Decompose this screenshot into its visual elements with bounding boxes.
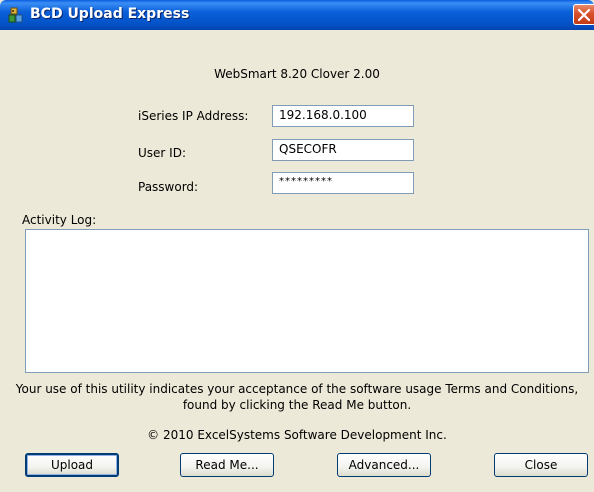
version-text: WebSmart 8.20 Clover 2.00 — [214, 67, 380, 81]
window-title: BCD Upload Express — [30, 6, 190, 22]
ip-address-label: iSeries IP Address: — [138, 109, 249, 123]
upload-button[interactable]: Upload — [25, 453, 119, 477]
app-window: BCD Upload Express WebSmart 8.20 Clover … — [0, 0, 594, 492]
terms-notice-line2: found by clicking the Read Me button. — [182, 398, 412, 412]
close-icon — [578, 9, 590, 21]
activity-log[interactable] — [25, 229, 589, 373]
terms-notice-line1: Your use of this utility indicates your … — [15, 382, 579, 396]
terms-notice: Your use of this utility indicates your … — [0, 381, 594, 413]
user-id-label: User ID: — [138, 146, 186, 160]
title-close-button[interactable] — [573, 4, 594, 25]
close-button[interactable]: Close — [494, 453, 588, 477]
activity-log-label: Activity Log: — [22, 213, 97, 227]
app-icon — [8, 7, 24, 23]
read-me-button[interactable]: Read Me... — [180, 453, 274, 477]
ip-address-field[interactable]: 192.168.0.100 — [272, 105, 414, 127]
password-field[interactable]: ********* — [272, 172, 414, 194]
user-id-field[interactable]: QSECOFR — [272, 139, 414, 161]
copyright-text: © 2010 ExcelSystems Software Development… — [147, 428, 447, 442]
password-label: Password: — [138, 180, 199, 194]
advanced-button[interactable]: Advanced... — [337, 453, 431, 477]
title-bar[interactable]: BCD Upload Express — [0, 0, 594, 30]
